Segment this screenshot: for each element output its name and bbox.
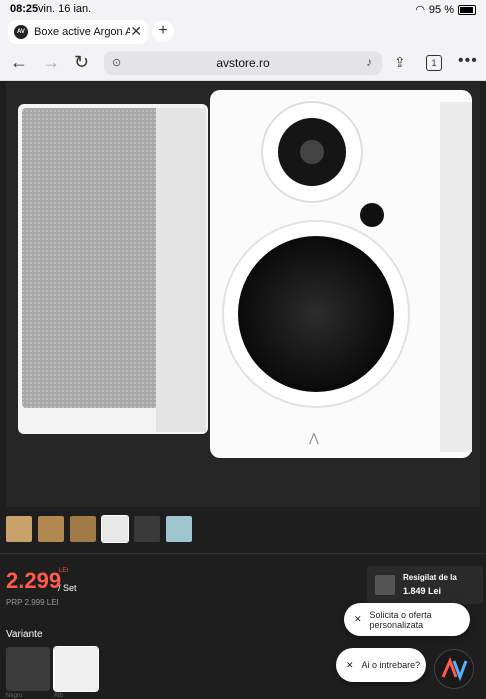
status-bar: 08:25 vin. 16 ian. ◠ 95 % bbox=[0, 0, 486, 18]
speakers-illustration: ⋀ bbox=[18, 90, 472, 458]
share-icon[interactable]: ⇪ bbox=[394, 54, 406, 71]
resigilat-offer[interactable]: Resigilat de la 1.849 Lei bbox=[367, 566, 483, 604]
thumbnail-6[interactable] bbox=[166, 516, 192, 542]
chat-logo-button[interactable] bbox=[434, 649, 474, 689]
price-currency: LEI bbox=[59, 568, 69, 574]
av-logo-icon bbox=[441, 657, 468, 682]
image-thumbnails bbox=[6, 515, 192, 544]
thumbnail-3[interactable] bbox=[70, 516, 96, 542]
reload-icon[interactable]: ↻ bbox=[74, 52, 89, 73]
resigilat-label: Resigilat de la bbox=[403, 573, 457, 582]
variants-label: Variante bbox=[6, 629, 43, 640]
status-date: vin. 16 ian. bbox=[38, 3, 92, 15]
tab-bar: AV Boxe active Argon Audio ✕ + bbox=[0, 18, 486, 46]
variant-name-white: Alb bbox=[54, 693, 63, 699]
recommended-price: PRP 2.999 LEI bbox=[6, 598, 59, 607]
address-bar[interactable]: ⊙ avstore.ro ♪ bbox=[104, 51, 382, 75]
product-price: 2.299 bbox=[6, 568, 62, 593]
close-icon[interactable]: ✕ bbox=[354, 614, 362, 625]
back-icon[interactable]: ← bbox=[10, 52, 28, 73]
tab-title: Boxe active Argon Audio bbox=[34, 26, 130, 38]
more-icon[interactable]: ••• bbox=[458, 52, 478, 70]
offer-popup[interactable]: ✕ Solicita o oferta personalizata bbox=[344, 603, 470, 636]
price-unit: / Set bbox=[58, 583, 77, 593]
question-popup[interactable]: ✕ Ai o intrebare? bbox=[336, 648, 426, 682]
new-tab-button[interactable]: + bbox=[152, 20, 174, 42]
variant-white[interactable] bbox=[53, 646, 99, 692]
status-right: ◠ 95 % bbox=[415, 3, 476, 16]
resigilat-thumbnail bbox=[375, 575, 395, 595]
browser-tab[interactable]: AV Boxe active Argon Audio ✕ bbox=[8, 20, 148, 44]
thumbnail-5[interactable] bbox=[134, 516, 160, 542]
status-time: 08:25 bbox=[10, 3, 39, 15]
browser-toolbar: ← → ↻ ⊙ avstore.ro ♪ ⇪ 1 ••• bbox=[0, 46, 486, 81]
thumbnail-1[interactable] bbox=[6, 516, 32, 542]
variant-black[interactable] bbox=[6, 647, 50, 691]
tab-count-button[interactable]: 1 bbox=[426, 55, 442, 71]
url-text: avstore.ro bbox=[216, 56, 270, 70]
svg-text:⋀: ⋀ bbox=[308, 431, 319, 445]
question-text: Ai o intrebare? bbox=[361, 660, 421, 670]
forward-icon[interactable]: → bbox=[42, 52, 60, 73]
offer-text: Solicita o oferta personalizata bbox=[369, 609, 432, 630]
close-tab-icon[interactable]: ✕ bbox=[130, 23, 142, 40]
microphone-icon[interactable]: ♪ bbox=[366, 55, 372, 69]
battery-percent: 95 % bbox=[428, 3, 454, 16]
divider bbox=[0, 553, 486, 554]
variant-name-black: Negru bbox=[6, 693, 23, 699]
close-icon[interactable]: ✕ bbox=[346, 660, 354, 671]
product-image[interactable]: ⋀ bbox=[6, 82, 480, 507]
battery-icon bbox=[458, 4, 476, 15]
wifi-icon: ◠ bbox=[415, 4, 425, 16]
thumbnail-2[interactable] bbox=[38, 516, 64, 542]
resigilat-price: 1.849 Lei bbox=[403, 586, 442, 596]
thumbnail-4[interactable] bbox=[101, 515, 129, 543]
favicon-icon: AV bbox=[14, 25, 28, 39]
